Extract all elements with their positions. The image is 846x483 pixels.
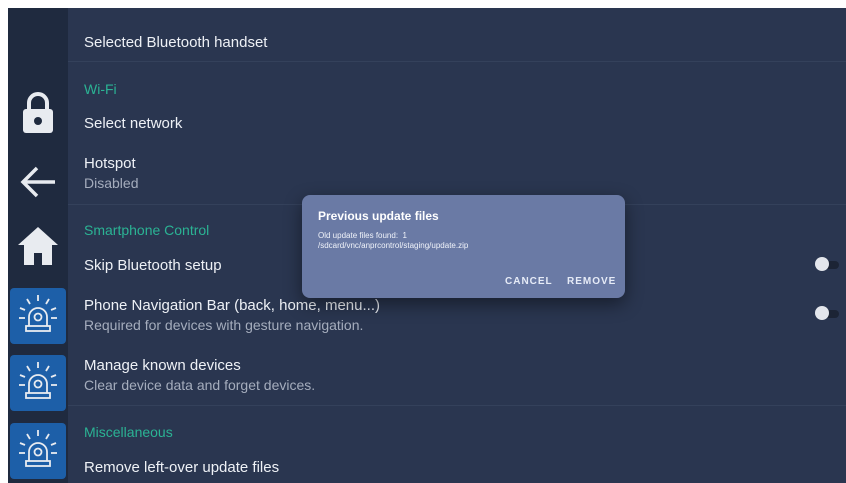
divider: [68, 61, 846, 62]
siren-icon: [16, 427, 60, 476]
toggle-thumb: [815, 306, 829, 320]
select-network-item[interactable]: Select network: [84, 115, 182, 132]
alarm-button-1[interactable]: [10, 288, 66, 344]
alarm-button-2[interactable]: [10, 355, 66, 411]
hotspot-title[interactable]: Hotspot: [84, 155, 136, 172]
toggle-thumb: [815, 257, 829, 271]
sidebar: [8, 8, 68, 483]
manage-devices-title[interactable]: Manage known devices: [84, 357, 241, 374]
nav-bar-title[interactable]: Phone Navigation Bar (back, home, menu..…: [84, 297, 380, 314]
home-icon[interactable]: [8, 222, 68, 270]
cancel-button[interactable]: CANCEL: [505, 276, 553, 287]
lock-icon[interactable]: [8, 88, 68, 138]
remove-update-files-item[interactable]: Remove left-over update files: [84, 459, 279, 476]
manage-devices-subtitle: Clear device data and forget devices.: [84, 377, 316, 393]
skip-bluetooth-item[interactable]: Skip Bluetooth setup: [84, 257, 222, 274]
hotspot-status: Disabled: [84, 175, 139, 191]
update-files-dialog: Previous update files Old update files f…: [302, 195, 625, 298]
section-miscellaneous: Miscellaneous: [84, 424, 173, 440]
nav-bar-toggle[interactable]: [815, 306, 841, 320]
back-arrow-icon[interactable]: [8, 160, 68, 204]
section-smartphone-control: Smartphone Control: [84, 222, 210, 238]
app-screen: Selected Bluetooth handset Wi-Fi Select …: [8, 8, 846, 483]
section-wifi: Wi-Fi: [84, 81, 117, 97]
dialog-message: Old update files found: 1 /sdcard/vnc/an…: [318, 231, 469, 250]
skip-bluetooth-toggle[interactable]: [815, 257, 841, 271]
dialog-title: Previous update files: [318, 209, 439, 223]
alarm-button-3[interactable]: [10, 423, 66, 479]
bluetooth-handset-item[interactable]: Selected Bluetooth handset: [84, 34, 267, 51]
nav-bar-subtitle: Required for devices with gesture naviga…: [84, 317, 364, 333]
divider: [68, 405, 846, 406]
remove-button[interactable]: REMOVE: [567, 276, 616, 287]
siren-icon: [16, 359, 60, 408]
siren-icon: [16, 292, 60, 341]
